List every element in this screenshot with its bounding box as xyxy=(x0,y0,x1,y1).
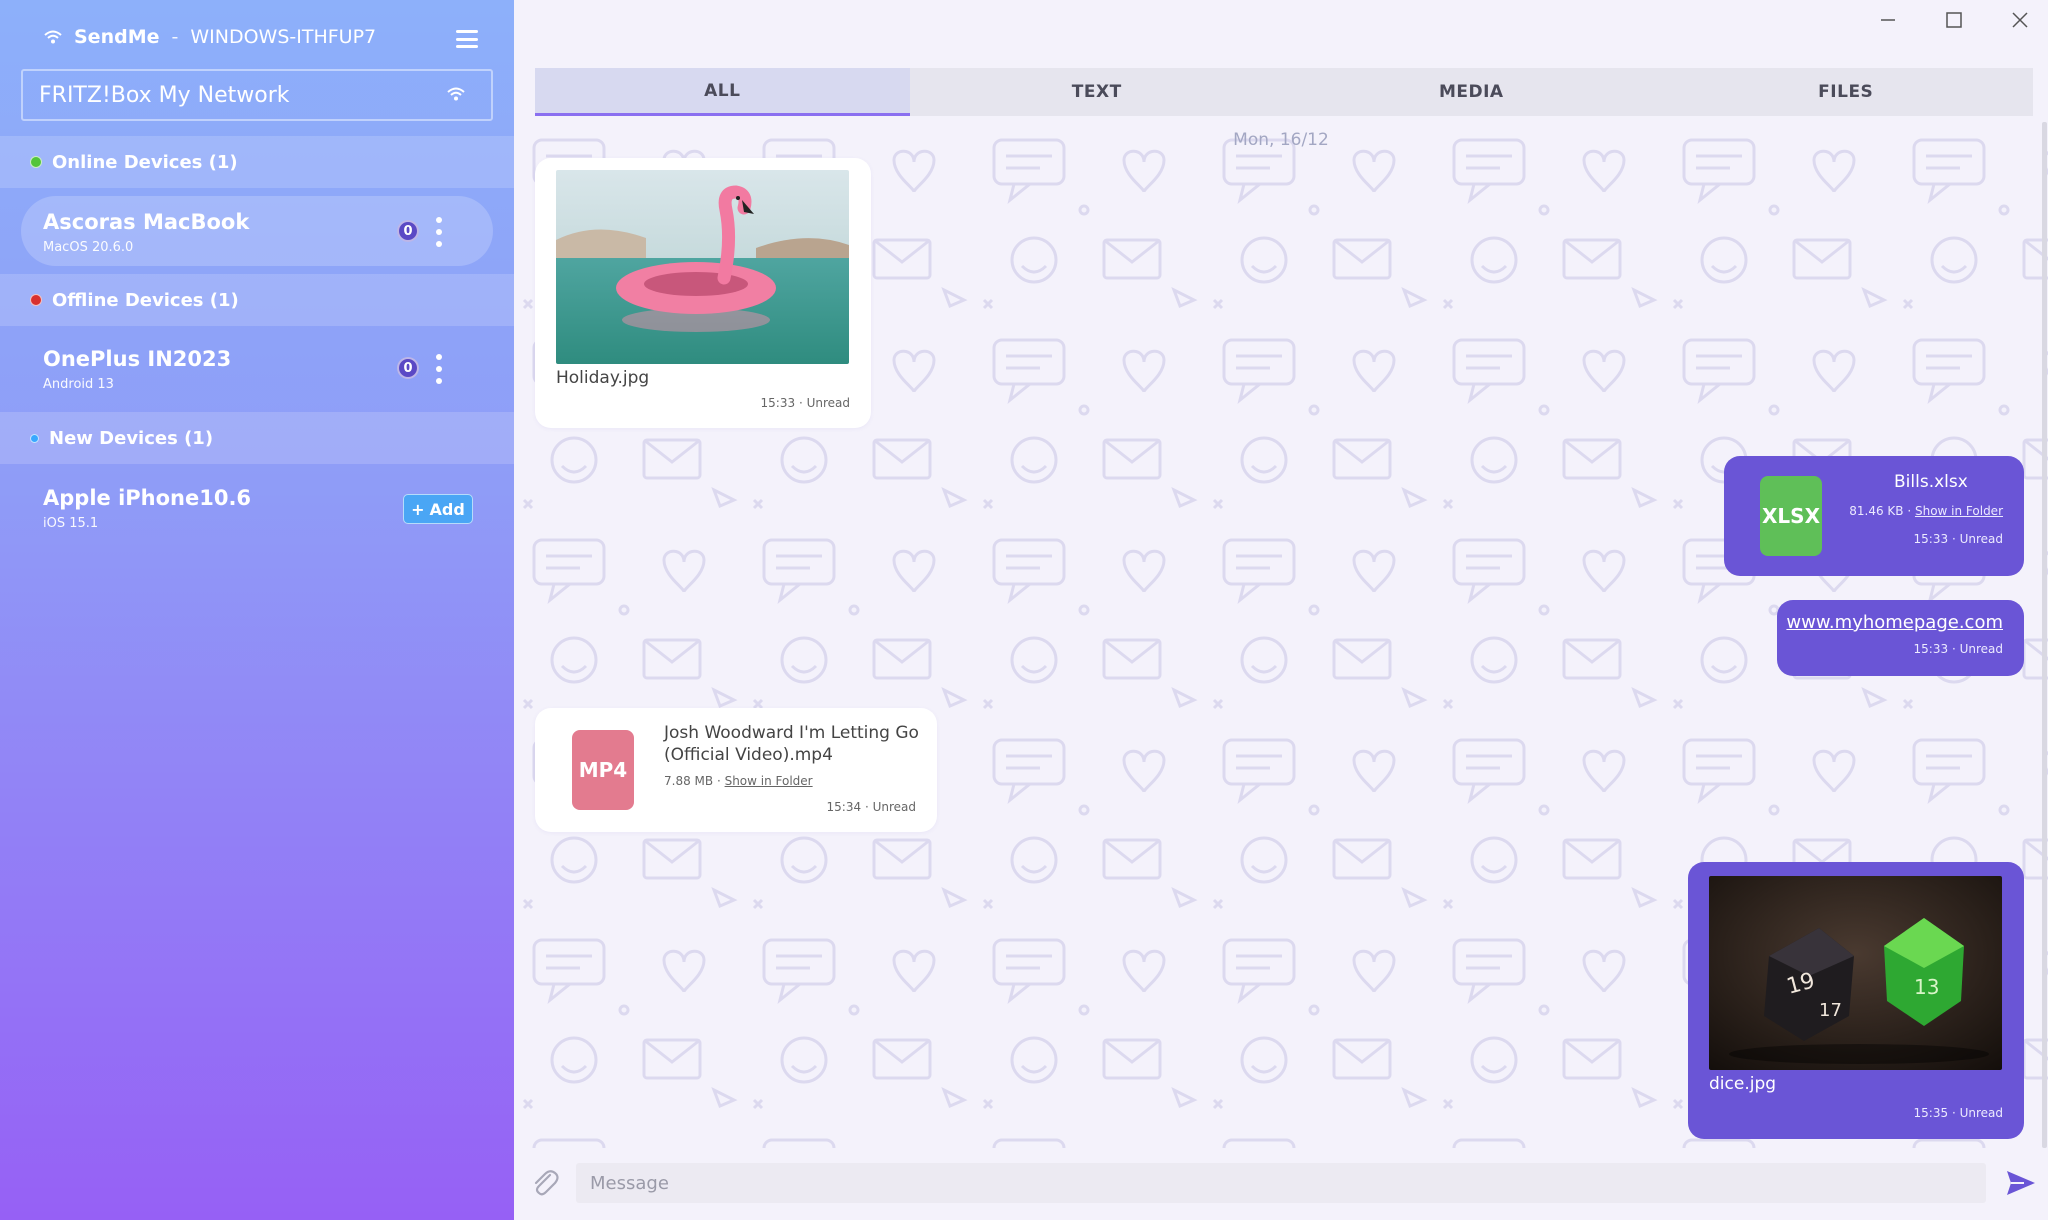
message-time: 15:35 xyxy=(1913,1106,1949,1120)
filter-tabs: ALL TEXT MEDIA FILES xyxy=(535,68,2033,116)
xlsx-file-icon: XLSX xyxy=(1760,476,1822,556)
plus-icon: + xyxy=(411,499,425,519)
online-status-icon xyxy=(30,156,42,168)
section-label: New Devices (1) xyxy=(49,427,214,449)
chat-panel: ALL TEXT MEDIA FILES Mon, 16/12 Holiday.… xyxy=(514,0,2048,1220)
message-status: Unread xyxy=(1959,1106,2003,1120)
show-in-folder-link[interactable]: Show in Folder xyxy=(725,774,813,788)
message-meta: 15:34 · Unread xyxy=(826,800,916,814)
add-label: Add xyxy=(429,499,465,519)
message-status: Unread xyxy=(806,396,850,410)
message-meta: 15:35 · Unread xyxy=(1913,1106,2003,1120)
message-video-file[interactable]: MP4 Josh Woodward I'm Letting Go (Offici… xyxy=(535,708,937,832)
message-holiday-image[interactable]: Holiday.jpg 15:33 · Unread xyxy=(535,158,871,428)
image-filename: Holiday.jpg xyxy=(556,368,650,388)
chat-scrollbar[interactable] xyxy=(2042,122,2047,1148)
menu-icon[interactable] xyxy=(456,30,478,48)
message-dice-image[interactable]: 19 17 13 dice.jpg 15:35 · Unread xyxy=(1688,862,2024,1139)
message-bills-file[interactable]: XLSX Bills.xlsx 81.46 KB · Show in Folde… xyxy=(1724,456,2024,576)
device-item-apple-iphone[interactable]: Apple iPhone10.6 iOS 15.1 + Add xyxy=(21,472,493,542)
new-status-icon xyxy=(30,433,39,443)
url-link[interactable]: www.myhomepage.com xyxy=(1786,612,2003,633)
message-link[interactable]: www.myhomepage.com 15:33 · Unread xyxy=(1777,600,2024,676)
message-time: 15:34 xyxy=(826,800,862,814)
minimize-icon[interactable] xyxy=(1868,8,1908,32)
image-filename: dice.jpg xyxy=(1709,1074,1777,1094)
message-time: 15:33 xyxy=(1913,642,1949,656)
message-time: 15:33 xyxy=(1913,532,1949,546)
message-status: Unread xyxy=(1959,642,2003,656)
device-os: MacOS 20.6.0 xyxy=(43,240,134,255)
file-name-line-1: Josh Woodward I'm Letting Go xyxy=(664,723,919,743)
message-meta: 15:33 · Unread xyxy=(760,396,850,410)
sidebar: SendMe - WINDOWS-ITHFUP7 FRITZ!Box My Ne… xyxy=(0,0,514,1220)
wifi-icon xyxy=(44,30,62,44)
file-size: 7.88 MB xyxy=(664,774,714,788)
network-selector[interactable]: FRITZ!Box My Network xyxy=(21,69,493,121)
message-meta: 15:33 · Unread xyxy=(1913,642,2003,656)
section-offline-devices[interactable]: Offline Devices (1) xyxy=(0,274,514,326)
device-name: Ascoras MacBook xyxy=(43,210,250,234)
file-size: 81.46 KB xyxy=(1849,504,1904,518)
tab-media[interactable]: MEDIA xyxy=(1284,68,1659,116)
file-name-line-2: (Official Video).mp4 xyxy=(664,745,833,765)
maximize-icon[interactable] xyxy=(1934,8,1974,32)
paperclip-icon[interactable] xyxy=(528,1166,562,1200)
svg-text:13: 13 xyxy=(1914,975,1939,999)
message-input[interactable] xyxy=(576,1163,1986,1203)
more-options-icon[interactable] xyxy=(435,217,443,247)
offline-status-icon xyxy=(30,294,42,306)
file-name: Josh Woodward I'm Letting Go (Official V… xyxy=(664,722,919,766)
tab-files[interactable]: FILES xyxy=(1659,68,2034,116)
network-name: FRITZ!Box My Network xyxy=(39,82,290,108)
image-thumbnail-flamingo[interactable] xyxy=(556,170,849,364)
tab-all[interactable]: ALL xyxy=(535,68,910,116)
device-os: Android 13 xyxy=(43,377,114,392)
device-name: OnePlus IN2023 xyxy=(43,347,232,371)
app-title: SendMe - WINDOWS-ITHFUP7 xyxy=(44,26,376,48)
show-in-folder-link[interactable]: Show in Folder xyxy=(1915,504,2003,518)
unread-badge: 0 xyxy=(397,357,419,379)
unread-badge: 0 xyxy=(397,220,419,242)
message-status: Unread xyxy=(1959,532,2003,546)
file-info: 7.88 MB · Show in Folder xyxy=(664,774,813,788)
section-online-devices[interactable]: Online Devices (1) xyxy=(0,136,514,188)
file-name: Bills.xlsx xyxy=(1894,472,1968,492)
message-meta: 15:33 · Unread xyxy=(1913,532,2003,546)
message-composer xyxy=(514,1148,2048,1220)
section-label: Online Devices (1) xyxy=(52,151,238,173)
svg-text:17: 17 xyxy=(1819,1000,1842,1021)
message-status: Unread xyxy=(872,800,916,814)
more-options-icon[interactable] xyxy=(435,354,443,384)
section-new-devices[interactable]: New Devices (1) xyxy=(0,412,514,464)
app-name: SendMe xyxy=(74,26,160,48)
close-icon[interactable] xyxy=(2000,8,2040,32)
host-name: WINDOWS-ITHFUP7 xyxy=(190,26,377,48)
device-os: iOS 15.1 xyxy=(43,516,99,531)
device-item-oneplus[interactable]: OnePlus IN2023 Android 13 0 xyxy=(21,333,493,403)
date-separator: Mon, 16/12 xyxy=(1233,130,1329,150)
section-label: Offline Devices (1) xyxy=(52,289,239,311)
wifi-icon xyxy=(447,87,465,101)
file-info: 81.46 KB · Show in Folder xyxy=(1849,504,2003,518)
device-item-ascoras-macbook[interactable]: Ascoras MacBook MacOS 20.6.0 0 xyxy=(21,196,493,266)
mp4-file-icon: MP4 xyxy=(572,730,634,810)
add-device-button[interactable]: + Add xyxy=(403,494,473,524)
send-icon[interactable] xyxy=(2004,1166,2038,1200)
image-thumbnail-dice[interactable]: 19 17 13 xyxy=(1709,876,2002,1070)
message-time: 15:33 xyxy=(760,396,796,410)
device-name: Apple iPhone10.6 xyxy=(43,486,252,510)
tab-text[interactable]: TEXT xyxy=(910,68,1285,116)
title-separator: - xyxy=(171,26,179,48)
